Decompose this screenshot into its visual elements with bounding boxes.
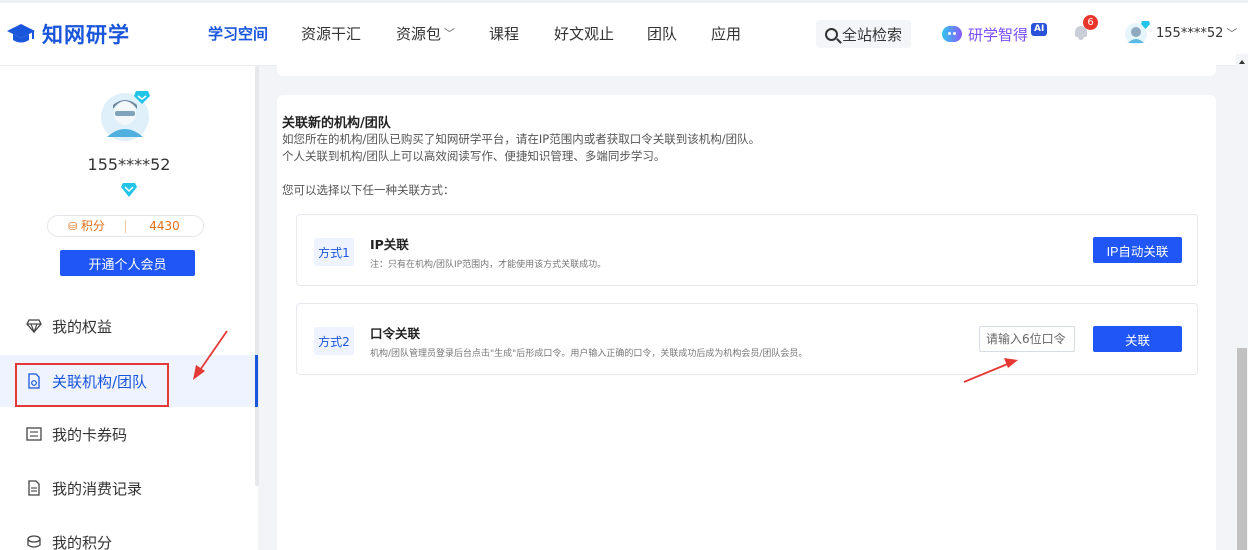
ticket-icon xyxy=(26,427,42,441)
sidebar-item-purchase-history[interactable]: 我的消费记录 xyxy=(0,462,258,514)
graduation-cap-icon xyxy=(7,24,35,43)
search-label: 全站检索 xyxy=(841,25,902,44)
method-tag: 方式1 xyxy=(314,238,354,266)
sidebar-item-benefits[interactable]: 我的权益 xyxy=(0,300,258,352)
link-doc-icon xyxy=(28,373,40,389)
chevron-down-icon: ﹀ xyxy=(444,27,456,40)
profile-username: 155****52 xyxy=(87,155,171,174)
method-note: 注：只有在机构/团队IP范围内，才能使用该方式关联成功。 xyxy=(370,260,607,270)
vip-diamond-icon xyxy=(121,183,137,197)
ip-auto-link-button[interactable]: IP自动关联 xyxy=(1093,237,1182,263)
nav-label: 资源干汇 xyxy=(301,24,362,43)
points-icon xyxy=(27,535,41,548)
notification-badge: 6 xyxy=(1083,15,1098,30)
sidebar-item-link-institution[interactable]: 关联机构/团队 xyxy=(0,355,258,407)
sidebar-item-label: 我的卡券码 xyxy=(52,425,128,444)
nav-study-space[interactable]: 学习空间 xyxy=(208,0,268,66)
sidebar-item-coupons[interactable]: 我的卡券码 xyxy=(0,408,258,460)
site-search-button[interactable]: 全站检索 xyxy=(816,20,911,48)
user-avatar-icon[interactable] xyxy=(1124,20,1150,46)
nav-label: 团队 xyxy=(647,24,678,43)
points-label-text: 积分 xyxy=(80,218,105,233)
method-ip-link: 方式1 IP关联 注：只有在机构/团队IP范围内，才能使用该方式关联成功。 IP… xyxy=(296,214,1198,286)
ai-assistant-link[interactable]: 研学智得 AI xyxy=(942,20,1048,48)
method-note: 机构/团队管理员登录后台点击"生成"后形成口令。用户输入正确的口令，关联成功后成… xyxy=(370,349,808,359)
section-title: 关联新的机构/团队 xyxy=(282,116,391,131)
nav-label: 资源包 xyxy=(396,24,442,43)
points-icon: ⛁ xyxy=(68,219,81,233)
method-code-link: 方式2 口令关联 机构/团队管理员登录后台点击"生成"后形成口令。用户输入正确的… xyxy=(296,303,1198,375)
method-name: IP关联 xyxy=(370,237,409,252)
sidebar-item-label: 我的积分 xyxy=(52,533,113,550)
points-value: 4430 xyxy=(149,219,180,233)
chevron-down-icon: ﹀ xyxy=(1226,27,1238,40)
section-description-1: 如您所在的机构/团队已购买了知网研学平台，请在IP范围内或者获取口令关联到该机构… xyxy=(282,132,761,146)
points-pill[interactable]: ⛁ 积分 4430 xyxy=(47,215,204,237)
sidebar-item-points[interactable]: 我的积分 xyxy=(0,516,258,550)
scrollbar-thumb[interactable] xyxy=(1237,348,1247,550)
header-topline xyxy=(0,0,1248,3)
ai-badge: AI xyxy=(1031,22,1048,36)
page-scrollbar[interactable] xyxy=(1236,54,1248,550)
open-membership-button[interactable]: 开通个人会员 xyxy=(60,250,195,276)
nav-label: 应用 xyxy=(711,24,742,43)
nav-label: 好文观止 xyxy=(554,24,615,43)
link-button[interactable]: 关联 xyxy=(1093,326,1182,352)
bell-clapper xyxy=(1078,37,1084,40)
method-name: 口令关联 xyxy=(370,326,421,341)
previous-card xyxy=(277,54,1216,76)
scroll-up-arrow-icon[interactable] xyxy=(1239,60,1245,64)
section-description-2: 个人关联到机构/团队上可以高效阅读写作、便捷知识管理、多端同步学习。 xyxy=(282,149,666,163)
header-username: 155****52 xyxy=(1156,25,1224,41)
diamond-icon xyxy=(26,319,42,334)
method-tag: 方式2 xyxy=(314,327,354,355)
ai-bot-icon xyxy=(942,26,962,42)
profile-avatar-icon xyxy=(101,91,150,141)
points-label: ⛁ 积分 xyxy=(48,218,126,233)
search-icon xyxy=(824,27,838,41)
method-choice-hint: 您可以选择以下任一种关联方式： xyxy=(282,183,455,197)
ai-label: 研学智得 xyxy=(968,25,1029,44)
sidebar-item-label: 关联机构/团队 xyxy=(52,372,148,391)
sidebar-item-label: 我的消费记录 xyxy=(52,479,143,498)
sidebar-item-label: 我的权益 xyxy=(52,317,113,336)
document-icon xyxy=(28,480,40,496)
nav-label: 学习空间 xyxy=(208,24,269,43)
nav-label: 课程 xyxy=(489,24,520,43)
logo-text: 知网研学 xyxy=(42,23,130,47)
site-logo[interactable]: 知网研学 xyxy=(6,20,130,48)
access-code-input[interactable] xyxy=(979,326,1075,352)
